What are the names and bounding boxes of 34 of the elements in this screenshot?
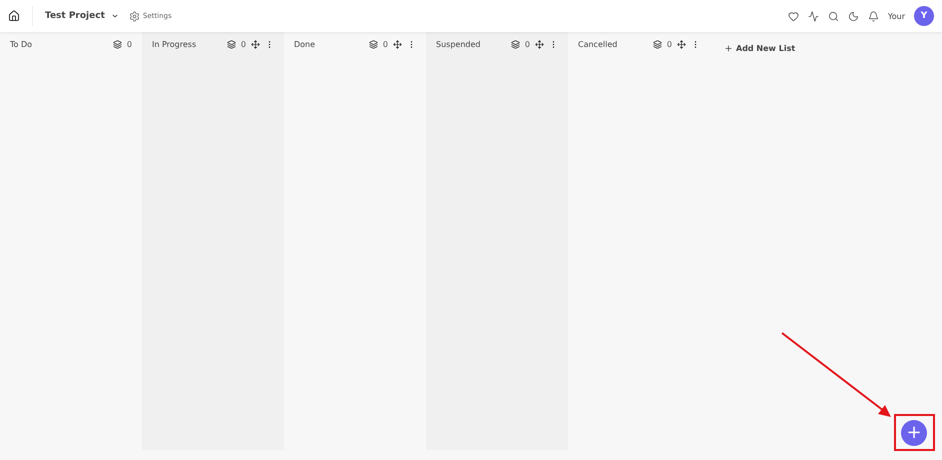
list-title: Suspended [436,40,482,49]
user-name: Your [888,12,905,20]
list-title: In Progress [152,40,198,49]
search-icon[interactable] [828,10,839,22]
list-title: Cancelled [578,40,618,49]
card-count: 0 [382,40,388,49]
add-button[interactable]: + [901,420,927,446]
moon-icon[interactable] [848,10,859,22]
highlight-frame [894,414,935,451]
card-count: 0 [524,40,530,49]
settings-icon [128,10,140,22]
move-icon[interactable] [251,40,260,49]
home-icon[interactable] [8,10,20,22]
card-count: 0 [126,40,132,49]
list-title: To Do [10,40,34,49]
move-icon[interactable] [677,40,686,49]
layers-icon [652,40,662,49]
move-icon[interactable] [393,40,402,49]
chevron-down-icon[interactable] [110,12,119,20]
add-list-button[interactable]: Add New List [718,40,802,56]
heart-icon[interactable] [788,10,799,22]
layers-icon [226,40,236,49]
card-count: 0 [666,40,672,49]
layers-icon [510,40,520,49]
list-title: Done [294,40,316,49]
bell-icon[interactable] [868,10,879,22]
avatar[interactable]: Y [914,6,934,26]
activity-icon[interactable] [808,10,819,22]
plus-icon [724,44,733,52]
project-name[interactable]: Test Project [45,11,105,21]
card-count: 0 [240,40,246,49]
layers-icon [368,40,378,49]
layers-icon [112,40,122,49]
move-icon[interactable] [535,40,544,49]
